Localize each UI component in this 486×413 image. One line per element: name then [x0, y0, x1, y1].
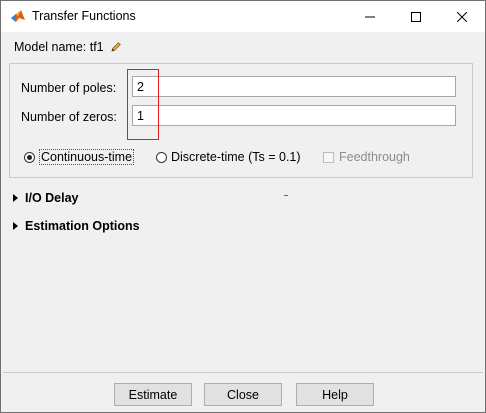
close-window-button[interactable]	[439, 1, 485, 32]
poles-label: Number of poles:	[21, 81, 117, 95]
transfer-functions-dialog: Transfer Functions Model name: tf1 Numbe…	[0, 0, 486, 413]
estimation-options-section-toggle[interactable]: Estimation Options	[13, 219, 140, 233]
continuous-time-label: Continuous-time	[39, 149, 135, 165]
maximize-button[interactable]	[393, 1, 439, 32]
title-bar[interactable]: Transfer Functions	[1, 1, 485, 32]
estimation-options-label: Estimation Options	[25, 219, 140, 233]
estimate-button[interactable]: Estimate	[114, 383, 192, 406]
zeros-label: Number of zeros:	[21, 110, 117, 124]
discrete-time-radio[interactable]: Discrete-time (Ts = 0.1)	[156, 148, 301, 166]
radio-unselected-icon	[156, 151, 167, 163]
close-button[interactable]: Close	[204, 383, 282, 406]
close-icon	[457, 11, 467, 22]
checkbox-unchecked-icon	[323, 151, 334, 163]
zeros-input[interactable]	[132, 105, 456, 126]
annotation-mark	[284, 195, 288, 196]
expand-triangle-icon	[13, 222, 18, 230]
radio-selected-icon	[24, 151, 35, 163]
help-button[interactable]: Help	[296, 383, 374, 406]
minimize-button[interactable]	[347, 1, 393, 32]
minimize-icon	[365, 16, 375, 17]
pencil-icon[interactable]	[110, 41, 122, 53]
structure-panel: Number of poles: Number of zeros: Contin…	[9, 63, 473, 178]
model-name-label: Model name: tf1	[14, 40, 104, 54]
continuous-time-radio[interactable]: Continuous-time	[24, 148, 135, 166]
matlab-logo-icon	[11, 10, 25, 22]
discrete-time-label: Discrete-time (Ts = 0.1)	[171, 150, 301, 164]
model-name-row: Model name: tf1	[14, 40, 122, 54]
io-delay-label: I/O Delay	[25, 191, 79, 205]
feedthrough-checkbox[interactable]: Feedthrough	[323, 148, 410, 166]
expand-triangle-icon	[13, 194, 18, 202]
io-delay-section-toggle[interactable]: I/O Delay	[13, 191, 79, 205]
feedthrough-label: Feedthrough	[339, 150, 410, 164]
options-area	[3, 181, 483, 373]
maximize-icon	[411, 11, 421, 22]
poles-input[interactable]	[132, 76, 456, 97]
window-title: Transfer Functions	[32, 9, 136, 23]
